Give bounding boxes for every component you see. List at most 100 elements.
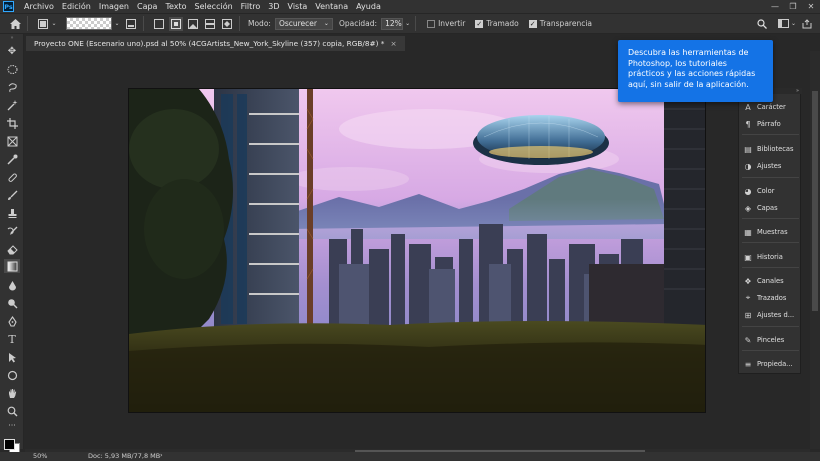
pen-tool-icon[interactable] [4,314,20,328]
panel-bibliotecas[interactable]: ▤ Bibliotecas [739,142,802,156]
dodge-tool-icon[interactable] [4,296,20,310]
search-icon[interactable] [755,17,769,31]
mode-select[interactable]: Oscurecer ⌄ [274,17,333,30]
home-icon[interactable] [8,17,22,31]
panel-pinceles[interactable]: ✎ Pinceles [739,333,802,347]
tramado-label: Tramado [486,19,519,28]
panel-ajustes-preestablecidos[interactable]: ⊞ Ajustes d... [739,308,802,322]
healing-brush-tool-icon[interactable] [4,170,20,184]
clone-stamp-tool-icon[interactable] [4,206,20,220]
linear-gradient-icon[interactable] [152,17,166,31]
gradient-picker[interactable] [66,17,112,30]
menu-seleccion[interactable]: Selección [191,2,237,11]
tramado-checkbox[interactable]: ✓ [475,19,484,28]
panel-dock: » A Carácter ¶ Párrafo ▤ Bibliotecas ◑ A… [738,88,802,374]
close-tab-icon[interactable]: × [390,39,396,48]
path-selection-tool-icon[interactable] [4,350,20,364]
menu-capa[interactable]: Capa [133,2,161,11]
libraries-icon: ▤ [744,144,752,154]
channels-icon: ❖ [744,276,752,286]
photoshop-logo: Ps [3,1,14,12]
brush-tool-icon[interactable] [4,188,20,202]
invertir-label: Invertir [438,19,466,28]
foreground-color-swatch[interactable] [4,439,15,450]
zoom-tool-icon[interactable] [4,404,20,418]
more-tools-icon[interactable]: ··· [4,418,20,432]
options-bar: ⌄ ⌄ Modo: Oscurecer ⌄ Opacidad: 12% ⌄ In… [0,13,820,34]
zoom-level-field[interactable]: 50% [33,452,47,460]
document-tab[interactable]: Proyecto ONE (Escenario uno).psd al 50% … [26,36,405,51]
panel-caracter[interactable]: A Carácter [739,100,802,114]
chevron-down-icon[interactable]: ⌄ [50,17,58,31]
panel-capas[interactable]: ◈ Capas [739,201,802,215]
share-icon[interactable] [800,17,814,31]
crop-tool-icon[interactable] [4,116,20,130]
status-bar: 50% Doc: 5,93 MB/77,8 MB › [0,451,820,461]
eraser-tool-icon[interactable] [4,242,20,256]
history-brush-tool-icon[interactable] [4,224,20,238]
menu-filtro[interactable]: Filtro [237,2,265,11]
panel-label: Párrafo [757,120,781,128]
hand-tool-icon[interactable] [4,386,20,400]
chevron-down-icon[interactable]: ⌄ [405,20,410,27]
move-tool-icon[interactable]: ✥ [4,44,20,58]
menu-texto[interactable]: Texto [161,2,190,11]
panel-ajustes[interactable]: ◑ Ajustes [739,159,802,173]
transparencia-checkbox[interactable]: ✓ [528,19,537,28]
discover-tooltip: Descubra las herramientas de Photoshop, … [618,40,773,102]
panel-label: Capas [757,204,778,212]
panel-trazados[interactable]: ⌖ Trazados [739,291,802,305]
invertir-checkbox[interactable] [427,19,436,28]
swatches-icon: ▦ [744,227,752,237]
marquee-tool-icon[interactable] [4,62,20,76]
menu-archivo[interactable]: Archivo [20,2,58,11]
gradient-dropdown-icon[interactable]: ⌄ [113,17,121,31]
panel-canales[interactable]: ❖ Canales [739,274,802,288]
status-menu-arrow-icon[interactable]: › [160,451,163,459]
reflected-gradient-icon[interactable] [203,17,217,31]
vertical-scroll-thumb[interactable] [812,91,818,311]
gradient-tool-icon[interactable] [4,259,20,273]
opacity-field[interactable]: 12% [381,17,404,30]
panel-separator [742,326,799,327]
panel-label: Ajustes [757,162,782,170]
panel-propiedades[interactable]: ≡ Propieda... [739,357,802,371]
frame-tool-icon[interactable] [4,134,20,148]
separator [239,16,240,31]
eyedropper-tool-icon[interactable] [4,152,20,166]
lasso-tool-icon[interactable] [4,80,20,94]
separator [143,16,144,31]
minimize-button[interactable]: — [766,0,784,13]
shape-tool-icon[interactable] [4,368,20,382]
menu-3d[interactable]: 3D [264,2,283,11]
vertical-scrollbar[interactable] [810,51,820,449]
close-window-button[interactable]: ✕ [802,0,820,13]
chevron-down-icon[interactable]: ⌄ [790,17,797,31]
tools-panel: » ✥ T ··· [0,34,24,454]
restore-button[interactable]: ❐ [784,0,802,13]
brushes-icon: ✎ [744,335,752,345]
gradient-settings-icon[interactable] [124,17,138,31]
panel-color[interactable]: ◕ Color [739,184,802,198]
diamond-gradient-icon[interactable] [220,17,234,31]
menu-vista[interactable]: Vista [284,2,312,11]
panel-historia[interactable]: ▣ Historia [739,250,802,264]
type-tool-icon[interactable]: T [4,332,20,346]
toolbar-grip[interactable]: » [4,36,20,41]
panel-muestras[interactable]: ▦ Muestras [739,225,802,239]
angle-gradient-icon[interactable] [186,17,200,31]
radial-gradient-icon[interactable] [169,16,183,31]
panel-parrafo[interactable]: ¶ Párrafo [739,117,802,131]
workspace-icon[interactable] [776,17,790,31]
document-canvas[interactable] [128,88,706,413]
transparencia-label: Transparencia [539,19,592,28]
tool-preset-icon[interactable] [36,17,50,31]
blur-tool-icon[interactable] [4,278,20,292]
menu-imagen[interactable]: Imagen [95,2,133,11]
panel-separator [742,218,799,219]
menu-ventana[interactable]: Ventana [311,2,352,11]
magic-wand-tool-icon[interactable] [4,98,20,112]
menu-edicion[interactable]: Edición [58,2,95,11]
menu-ayuda[interactable]: Ayuda [352,2,385,11]
panel-label: Carácter [757,103,786,111]
